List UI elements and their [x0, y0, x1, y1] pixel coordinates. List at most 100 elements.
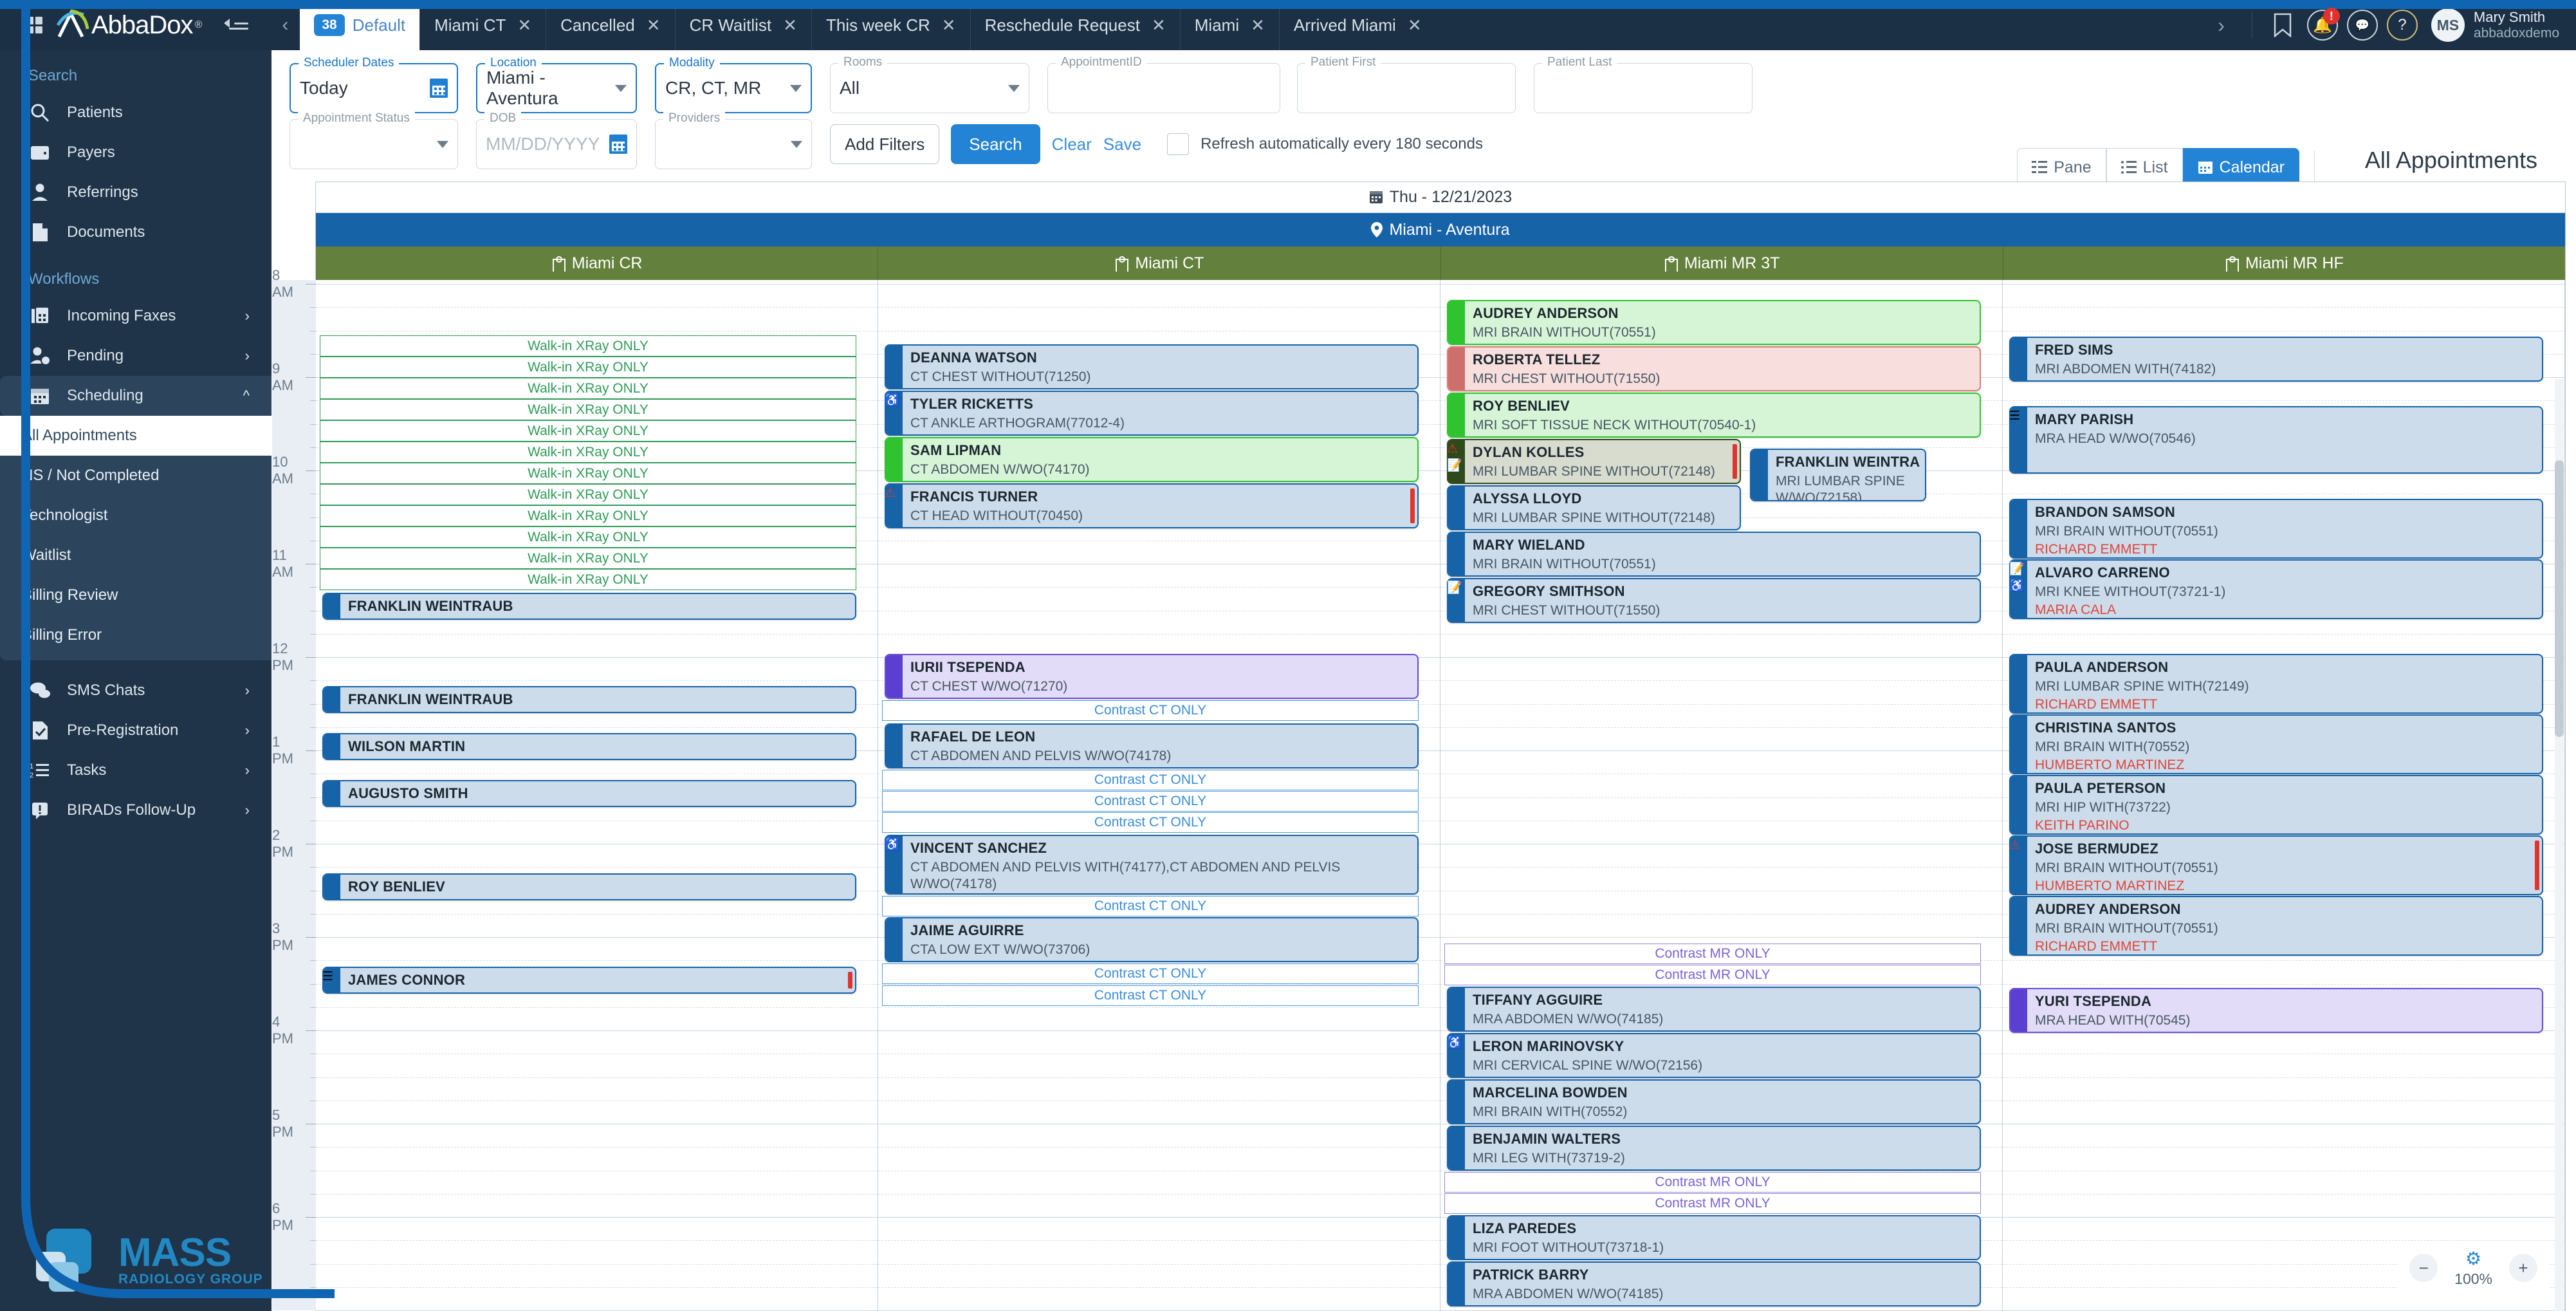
- appointment-block[interactable]: FRANKLIN WEINTRAUB MRI LUMBAR SPINE W/WO(…: [1750, 449, 1926, 501]
- appointment-block[interactable]: MARY WIELAND MRI BRAIN WITHOUT(70551) KEIT…: [1447, 532, 1981, 577]
- appointment-block[interactable]: FRANKLIN WEINTRAUB: [322, 593, 856, 620]
- note-icon[interactable]: 📝: [1447, 582, 1462, 596]
- slot-label[interactable]: Contrast CT ONLY: [882, 812, 1419, 833]
- zoom-out-button[interactable]: −: [2409, 1254, 2438, 1282]
- chevron-right-icon[interactable]: ›: [245, 348, 250, 364]
- slot-label[interactable]: Walk-in XRay ONLY: [320, 420, 856, 442]
- appointment-block[interactable]: BENJAMIN WALTERS MRI LEG WITH(73719-2) RIC…: [1447, 1126, 1981, 1171]
- slot-label[interactable]: Contrast CT ONLY: [882, 963, 1419, 984]
- slot-label[interactable]: Walk-in XRay ONLY: [320, 505, 856, 526]
- appointment-block[interactable]: WILSON MARTIN: [322, 733, 856, 760]
- appointment-block[interactable]: PAULA ANDERSON MRI LUMBAR SPINE WITH(7214…: [2009, 654, 2543, 714]
- sidebar-item-sms-chats[interactable]: SMS Chats ›: [0, 671, 271, 711]
- sidebar-item-technologist[interactable]: Technologist: [0, 496, 271, 535]
- wheelchair-icon[interactable]: ♿: [885, 839, 900, 853]
- zoom-in-button[interactable]: +: [2509, 1254, 2537, 1282]
- sidebar-item-scheduling[interactable]: Scheduling ^: [0, 376, 271, 416]
- chevron-down-icon[interactable]: [1008, 84, 1020, 92]
- rooms-field[interactable]: Rooms All: [830, 55, 1029, 113]
- slot-label[interactable]: Walk-in XRay ONLY: [320, 442, 856, 463]
- wheelchair-icon[interactable]: ♿: [885, 395, 900, 409]
- appointment-block[interactable]: TYLER RICKETTS CT ANKLE ARTHOGRAM(77012-4…: [885, 391, 1419, 436]
- appointment-block[interactable]: AUGUSTO SMITH: [322, 780, 856, 807]
- sidebar-item-patients[interactable]: Patients: [0, 93, 271, 133]
- scheduler-dates-field[interactable]: Scheduler Dates Today: [290, 56, 458, 113]
- view-list-button[interactable]: List: [2106, 148, 2183, 187]
- note-icon[interactable]: 📝: [2009, 563, 2025, 577]
- chevron-right-icon[interactable]: ›: [245, 722, 250, 739]
- help-icon[interactable]: ?: [2382, 5, 2422, 45]
- save-button[interactable]: Save: [1103, 135, 1141, 154]
- appointment-block[interactable]: ROBERTA TELLEZ MRI CHEST WITHOUT(71550) JA…: [1447, 346, 1981, 391]
- appointment-block[interactable]: JAMES CONNOR: [322, 967, 856, 994]
- close-icon[interactable]: ✕: [647, 15, 661, 35]
- sidebar-item-tasks[interactable]: 12 Tasks ›: [0, 750, 271, 790]
- appointment-block[interactable]: AUDREY ANDERSON MRI BRAIN WITHOUT(70551) R…: [1447, 300, 1981, 345]
- appointment-block[interactable]: JAIME AGUIRRE CTA LOW EXT W/WO(73706) ROBE…: [885, 917, 1419, 962]
- apps-grid-icon[interactable]: [26, 17, 42, 33]
- appointment-block[interactable]: ROY BENLIEV MRI SOFT TISSUE NECK WITHOUT(…: [1447, 393, 1981, 438]
- close-icon[interactable]: ✕: [1152, 15, 1166, 35]
- appointment-status-field[interactable]: Appointment Status: [290, 111, 458, 169]
- dob-input[interactable]: MM/DD/YYYY: [486, 134, 600, 154]
- slot-label[interactable]: Contrast CT ONLY: [882, 700, 1419, 721]
- chevron-down-icon[interactable]: [437, 140, 448, 148]
- view-calendar-button[interactable]: Calendar: [2182, 148, 2299, 187]
- dob-field[interactable]: DOB MM/DD/YYYY: [476, 111, 637, 169]
- slot-label[interactable]: Contrast CT ONLY: [882, 791, 1419, 812]
- appointment-block[interactable]: SAM LIPMAN CT ABDOMEN W/WO(74170) TROY HEM…: [885, 437, 1419, 482]
- view-pane-button[interactable]: Pane: [2017, 148, 2106, 187]
- appointment-block[interactable]: YURI TSEPENDA MRA HEAD WITH(70545) GARY WH…: [2009, 988, 2543, 1033]
- sidebar-item-waitlist[interactable]: Waitlist: [0, 535, 271, 575]
- avatar[interactable]: MS: [2431, 8, 2465, 42]
- warning-icon[interactable]: ⚠: [885, 487, 899, 501]
- appointment-block[interactable]: DEANNA WATSON CT CHEST WITHOUT(71250) RICH…: [885, 344, 1419, 389]
- slot-label[interactable]: Walk-in XRay ONLY: [320, 357, 856, 378]
- appointment-block[interactable]: LERON MARINOVSKY MRI CERVICAL SPINE W/WO(…: [1447, 1033, 1981, 1078]
- slot-label[interactable]: Contrast CT ONLY: [882, 896, 1419, 916]
- sidebar-item-billing-review[interactable]: Billing Review: [0, 575, 271, 615]
- sidebar-item-pending[interactable]: Pending ›: [0, 336, 271, 376]
- close-icon[interactable]: ✕: [1251, 15, 1265, 35]
- bell-icon[interactable]: 🔔 !: [2303, 5, 2342, 45]
- room-header-miami-mr-3t[interactable]: Miami MR 3T: [1440, 246, 2003, 280]
- calendar-scrollbar-thumb[interactable]: [2555, 460, 2564, 737]
- auto-refresh-checkbox[interactable]: [1167, 133, 1190, 155]
- chevron-right-icon[interactable]: ›: [2201, 14, 2241, 37]
- appointment-block[interactable]: FRED SIMS MRI ABDOMEN WITH(74182) GARY WHI…: [2009, 337, 2543, 382]
- calendar-icon[interactable]: [430, 79, 448, 98]
- slot-label[interactable]: Contrast MR ONLY: [1444, 965, 1981, 985]
- sidebar-item-documents[interactable]: Documents: [0, 212, 271, 252]
- slot-label[interactable]: Walk-in XRay ONLY: [320, 484, 856, 505]
- slot-label[interactable]: Walk-in XRay ONLY: [320, 526, 856, 548]
- sidebar-item-payers[interactable]: Payers: [0, 133, 271, 172]
- modality-field[interactable]: Modality CR, CT, MR: [655, 56, 812, 113]
- appointment-block[interactable]: PAULA PETERSON MRI HIP WITH(73722) KEITH P…: [2009, 775, 2543, 835]
- appointment-id-field[interactable]: AppointmentID: [1047, 55, 1280, 113]
- room-header-miami-ct[interactable]: Miami CT: [878, 246, 1441, 280]
- chevron-right-icon[interactable]: ›: [245, 682, 250, 699]
- slot-label[interactable]: Walk-in XRay ONLY: [320, 335, 856, 357]
- slot-label[interactable]: Contrast MR ONLY: [1444, 944, 1981, 964]
- appointment-block[interactable]: TIFFANY AGGUIRE MRA ABDOMEN W/WO(74185) RI…: [1447, 987, 1981, 1032]
- stack-icon[interactable]: ☰: [322, 971, 336, 985]
- providers-field[interactable]: Providers: [655, 111, 812, 169]
- warning-icon[interactable]: ⚠: [2009, 839, 2023, 853]
- appointment-block[interactable]: ALYSSA LLOYD MRI LUMBAR SPINE WITHOUT(721…: [1447, 485, 1741, 530]
- chevron-right-icon[interactable]: ›: [245, 308, 250, 324]
- appointment-block[interactable]: CHRISTINA SANTOS MRI BRAIN WITH(70552) HUM…: [2009, 714, 2543, 774]
- sms-chat-icon[interactable]: 💬: [2342, 5, 2382, 45]
- slot-label[interactable]: Walk-in XRay ONLY: [320, 463, 856, 484]
- collapse-sidebar-icon[interactable]: [224, 15, 249, 35]
- room-header-miami-cr[interactable]: Miami CR: [316, 246, 879, 280]
- sidebar-item-billing-error[interactable]: Billing Error: [0, 615, 271, 655]
- stack-icon[interactable]: ☰: [2009, 410, 2023, 424]
- appointment-block[interactable]: LIZA PAREDES MRI FOOT WITHOUT(73718-1) MIC…: [1447, 1215, 1981, 1260]
- close-icon[interactable]: ✕: [1408, 15, 1422, 35]
- clear-button[interactable]: Clear: [1052, 135, 1092, 154]
- slot-label[interactable]: Contrast CT ONLY: [882, 770, 1419, 790]
- chevron-right-icon[interactable]: ›: [245, 762, 250, 779]
- appointment-block[interactable]: JOSE BERMUDEZ MRI BRAIN WITHOUT(70551) HUM…: [2009, 835, 2543, 895]
- appointment-block[interactable]: RAFAEL DE LEON CT ABDOMEN AND PELVIS W/WO…: [885, 723, 1419, 768]
- slot-label[interactable]: Contrast MR ONLY: [1444, 1172, 1981, 1193]
